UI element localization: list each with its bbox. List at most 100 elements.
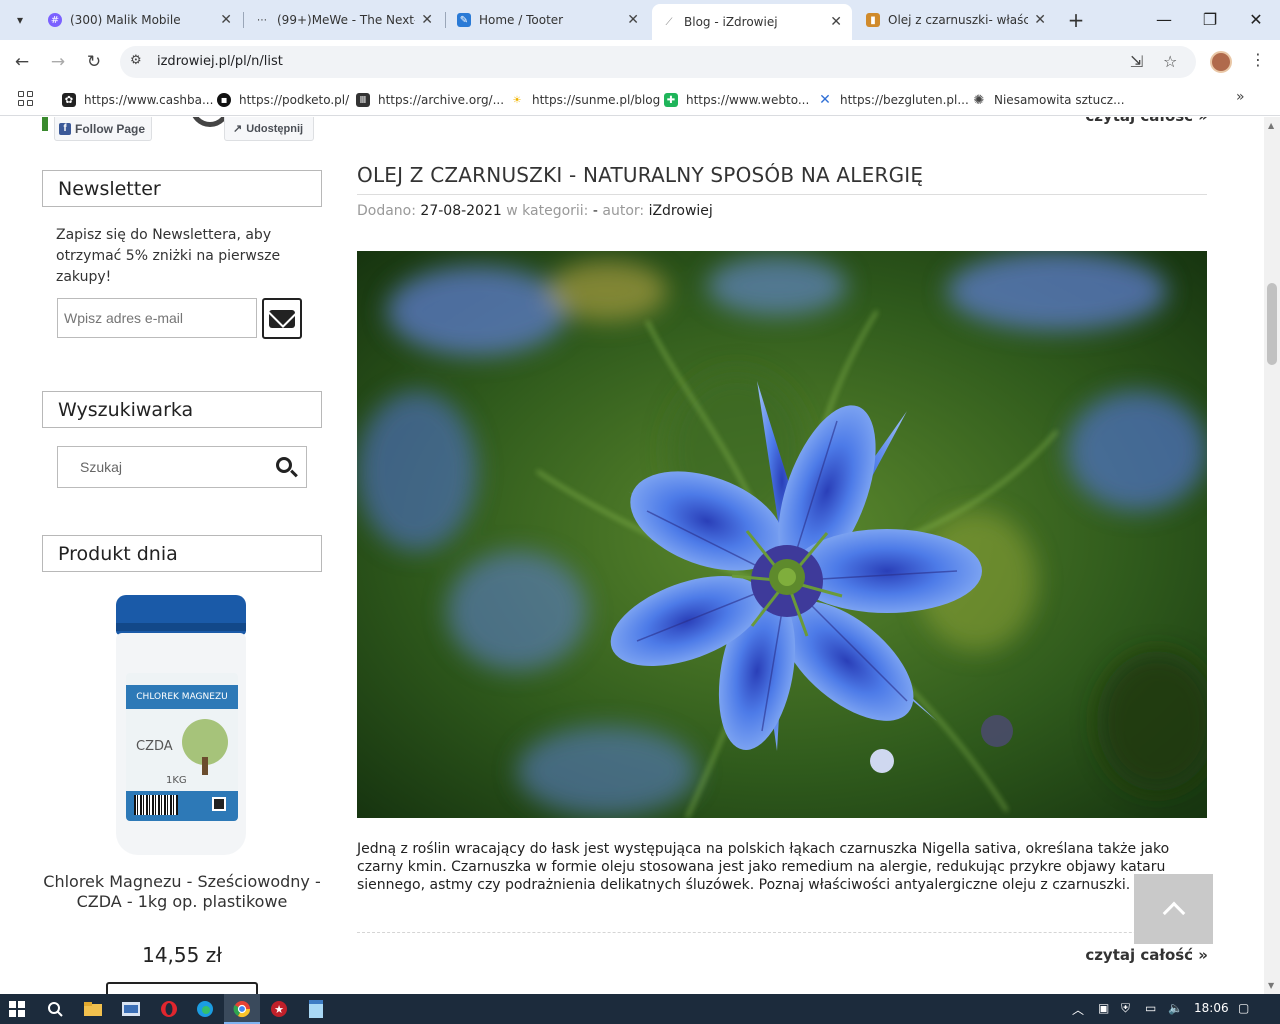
bookmark-item[interactable]: ✿ https://www.cashba...: [62, 92, 213, 108]
product-name-link[interactable]: Chlorek Magnezu - Sześciowodny - CZDA - …: [42, 872, 322, 912]
read-more-link[interactable]: czytaj całość »: [1060, 946, 1208, 964]
scroll-to-top-button[interactable]: [1134, 874, 1213, 944]
apps-grid-icon[interactable]: [18, 91, 34, 107]
article-excerpt: Jedną z roślin wracający do łask jest wy…: [357, 841, 1170, 893]
facebook-icon: f: [59, 122, 71, 135]
page-content: f Follow Page ↗ Udostępnij Newsletter Za…: [0, 117, 1264, 994]
product-button[interactable]: [106, 982, 258, 994]
notifications-icon[interactable]: ▢: [1238, 1001, 1249, 1015]
bookmark-item[interactable]: ✕ https://bezgluten.pl...: [818, 92, 969, 108]
jar-weight-text: 1KG: [166, 775, 187, 786]
bookmark-item[interactable]: Ⅲ https://archive.org/...: [356, 92, 504, 108]
facebook-share-button[interactable]: ↗ Udostępnij: [224, 117, 314, 141]
close-icon[interactable]: ✕: [421, 12, 433, 28]
search-icon[interactable]: [44, 998, 66, 1020]
window-close-button[interactable]: ✕: [1244, 8, 1268, 32]
envelope-icon: [269, 309, 295, 328]
previous-read-more-link[interactable]: czytaj całość »: [1080, 117, 1208, 125]
article-image[interactable]: [357, 251, 1207, 818]
forward-button[interactable]: →: [46, 50, 70, 74]
restore-button[interactable]: ❐: [1198, 8, 1222, 32]
chrome-icon[interactable]: [231, 998, 253, 1020]
taskbar-clock[interactable]: 18:06: [1194, 1001, 1229, 1015]
barcode-icon: [134, 795, 178, 815]
browser-menu-icon[interactable]: ⋮: [1250, 50, 1266, 69]
scroll-up-icon[interactable]: ▲: [1268, 121, 1274, 130]
bookmark-label: https://bezgluten.pl...: [840, 93, 969, 107]
product-of-day-heading: Produkt dnia: [42, 535, 322, 572]
page-scrollbar[interactable]: ▲ ▼: [1264, 117, 1280, 994]
article-meta: Dodano: 27-08-2021 w kategorii: - autor:…: [357, 203, 713, 219]
more-bookmarks-icon[interactable]: »: [1236, 89, 1245, 105]
tree-trunk: [202, 757, 208, 775]
minimize-button[interactable]: —: [1152, 8, 1176, 32]
back-button[interactable]: ←: [10, 50, 34, 74]
jar-lid: [116, 595, 246, 635]
edge-icon[interactable]: [194, 998, 216, 1020]
bookmark-item[interactable]: ✺ Niesamowita sztucz...: [972, 92, 1125, 108]
brand-logo-icon: [212, 797, 226, 811]
defender-tray-icon[interactable]: ⛨: [1121, 1001, 1130, 1016]
article-divider: [357, 932, 1207, 933]
newsletter-submit-button[interactable]: [262, 298, 302, 339]
article-title[interactable]: OLEJ Z CZARNUSZKI - NATURALNY SPOSÓB NA …: [357, 163, 1207, 187]
product-image[interactable]: CHLOREK MAGNEZU CZDA 1KG: [114, 595, 248, 857]
close-icon[interactable]: ✕: [830, 14, 842, 30]
tab-malik-mobile[interactable]: # (300) Malik Mobile ✕: [38, 4, 242, 36]
newsletter-email-input[interactable]: [57, 298, 257, 338]
tab-title: Blog - iZdrowiej: [684, 15, 778, 29]
browser-toolbar: ← → ↻ ⚙ izdrowiej.pl/pl/n/list ⇲ ☆ ⋮: [0, 40, 1280, 84]
scrollbar-thumb[interactable]: [1267, 283, 1277, 365]
network-tray-icon[interactable]: ▭: [1145, 1001, 1156, 1015]
article-author[interactable]: iZdrowiej: [649, 203, 713, 219]
nvidia-tray-icon[interactable]: ▣: [1098, 1001, 1109, 1015]
tab-olej-z-czarnuszki[interactable]: ▮ Olej z czarnuszki- właściw ✕: [856, 4, 1056, 36]
decorative-edge: [42, 117, 48, 131]
url-text[interactable]: izdrowiej.pl/pl/n/list: [157, 54, 283, 69]
share-label: Udostępnij: [246, 122, 304, 135]
scroll-down-icon[interactable]: ▼: [1268, 981, 1274, 990]
tab-title: (99+)MeWe - The Next-G: [277, 13, 416, 27]
sun-icon: ☀: [512, 94, 522, 106]
search-input[interactable]: Szukaj: [80, 459, 122, 475]
new-tab-button[interactable]: +: [1064, 8, 1088, 32]
sidebar-search[interactable]: Szukaj: [57, 446, 307, 488]
tab-tooter[interactable]: ✎ Home / Tooter ✕: [447, 4, 649, 36]
reload-button[interactable]: ↻: [82, 50, 106, 74]
bookmark-item[interactable]: ▪ https://podketo.pl/: [217, 92, 349, 108]
tab-search-button[interactable]: ▾: [8, 8, 32, 32]
tab-blog-izdrowiej[interactable]: ⟋ Blog - iZdrowiej ✕: [652, 4, 852, 40]
bookmark-label: Niesamowita sztucz...: [994, 93, 1125, 107]
archive-icon: Ⅲ: [356, 93, 370, 107]
tray-chevron-icon[interactable]: ︿: [1072, 1001, 1084, 1018]
bookmark-item[interactable]: ☀ https://sunme.pl/blog: [510, 92, 661, 108]
close-icon[interactable]: ✕: [1034, 12, 1046, 28]
close-icon[interactable]: ✕: [220, 12, 232, 28]
notepad-icon[interactable]: [305, 998, 327, 1020]
mail-app-icon[interactable]: [120, 998, 142, 1020]
bookmark-star-icon[interactable]: ☆: [1163, 52, 1177, 71]
profile-avatar[interactable]: [1210, 51, 1232, 73]
jar-body: CHLOREK MAGNEZU CZDA 1KG: [116, 633, 246, 855]
svg-text:★: ★: [274, 1003, 284, 1016]
address-bar[interactable]: ⚙ izdrowiej.pl/pl/n/list ⇲ ☆: [120, 46, 1196, 78]
opera-icon[interactable]: [158, 998, 180, 1020]
windows-start-icon[interactable]: [6, 998, 28, 1020]
bookmark-item[interactable]: ✚ https://www.webto...: [664, 92, 809, 108]
tab-strip: ▾ # (300) Malik Mobile ✕ ⋯ (99+)MeWe - T…: [0, 0, 1280, 40]
site-info-icon[interactable]: ⚙: [130, 53, 142, 68]
tab-mewe[interactable]: ⋯ (99+)MeWe - The Next-G ✕: [245, 4, 443, 36]
nigella-flower-photo: [357, 251, 1207, 818]
jar-band-text: CHLOREK MAGNEZU: [126, 685, 238, 709]
file-explorer-icon[interactable]: [82, 998, 104, 1020]
volume-tray-icon[interactable]: 🔈: [1168, 1001, 1183, 1015]
bookmark-label: https://archive.org/...: [378, 93, 505, 107]
install-app-icon[interactable]: ⇲: [1130, 52, 1143, 71]
close-icon[interactable]: ✕: [627, 12, 639, 28]
share-arrow-icon: ↗: [233, 123, 243, 135]
app-star-icon[interactable]: ★: [268, 998, 290, 1020]
search-icon[interactable]: [276, 457, 292, 473]
facebook-follow-button[interactable]: f Follow Page: [54, 117, 152, 141]
dots-icon: ⋯: [257, 14, 267, 26]
title-divider: [357, 194, 1207, 195]
